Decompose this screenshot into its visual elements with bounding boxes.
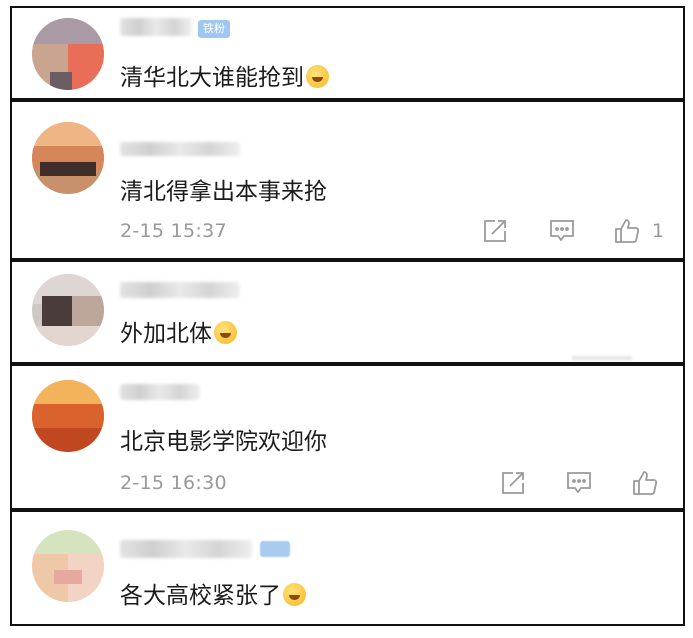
faded-meta-row xyxy=(572,356,632,360)
thumbs-up-icon xyxy=(615,219,640,243)
avatar[interactable] xyxy=(32,122,104,194)
comment-timestamp: 2-15 15:37 xyxy=(120,220,227,242)
username-blurred[interactable] xyxy=(120,18,192,36)
comment-timestamp: 2-15 16:30 xyxy=(120,472,227,494)
reply-icon xyxy=(550,220,574,242)
fan-badge-blurred xyxy=(260,541,290,557)
comment-text: 外加北体 xyxy=(120,314,237,348)
username-blurred[interactable] xyxy=(120,282,240,298)
emoji-icon xyxy=(306,65,329,88)
comment-card: 铁粉 清华北大谁能抢到 xyxy=(10,6,685,100)
comment-text: 清华北大谁能抢到 xyxy=(120,58,329,92)
like-button[interactable] xyxy=(630,468,660,498)
comment-card: 各大高校紧张了 xyxy=(10,510,685,626)
like-button[interactable] xyxy=(612,216,642,246)
emoji-icon xyxy=(214,321,237,344)
like-count: 1 xyxy=(652,220,665,242)
share-icon xyxy=(502,472,524,494)
share-button[interactable] xyxy=(498,468,528,498)
comment-text: 北京电影学院欢迎你 xyxy=(120,429,327,455)
comment-text: 各大高校紧张了 xyxy=(120,576,306,610)
comment-card: 清北得拿出本事来抢 2-15 15:37 1 xyxy=(10,100,685,260)
thumbs-up-icon xyxy=(633,471,658,495)
avatar[interactable] xyxy=(32,530,104,602)
comment-card: 北京电影学院欢迎你 2-15 16:30 xyxy=(10,364,685,510)
comment-card: 外加北体 xyxy=(10,260,685,364)
fan-badge: 铁粉 xyxy=(198,20,230,38)
share-icon xyxy=(484,220,506,242)
reply-icon xyxy=(567,472,591,494)
username-blurred[interactable] xyxy=(120,142,240,156)
share-button[interactable] xyxy=(480,216,510,246)
emoji-icon xyxy=(283,583,306,606)
comment-text: 清北得拿出本事来抢 xyxy=(120,179,327,205)
username-blurred[interactable] xyxy=(120,540,252,558)
avatar[interactable] xyxy=(32,18,104,90)
username-blurred[interactable] xyxy=(120,384,200,400)
reply-button[interactable] xyxy=(564,468,594,498)
reply-button[interactable] xyxy=(547,216,577,246)
avatar[interactable] xyxy=(32,274,104,346)
avatar[interactable] xyxy=(32,380,104,452)
